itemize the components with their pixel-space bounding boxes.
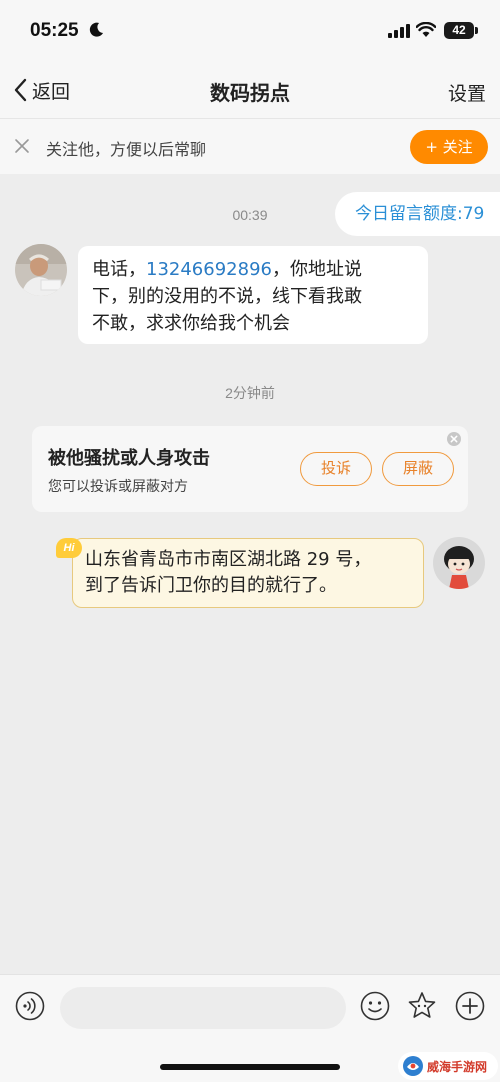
close-icon[interactable] xyxy=(447,432,461,446)
message-timestamp: 00:39 xyxy=(232,207,268,223)
hi-badge: Hi xyxy=(56,538,82,558)
report-card-subtitle: 您可以投诉或屏蔽对方 xyxy=(48,479,188,495)
sticker-icon[interactable] xyxy=(407,991,437,1021)
follow-prompt-text: 关注他，方便以后常聊 xyxy=(46,140,207,159)
close-icon[interactable] xyxy=(14,138,30,154)
battery-icon: 42 xyxy=(444,22,474,39)
site-logo-icon xyxy=(403,1056,423,1076)
settings-button[interactable]: 设置 xyxy=(448,79,486,106)
status-bar: 05:25 42 xyxy=(0,0,500,62)
page-title: 数码拐点 xyxy=(210,81,290,105)
message-line: 下，别的没用的不说，线下看我敢 xyxy=(92,286,362,307)
message-timestamp: 2分钟前 xyxy=(225,385,275,401)
message-line: 到了告诉门卫你的目的就行了。 xyxy=(85,575,337,596)
watermark: 威海手游网 xyxy=(398,1052,498,1080)
report-button[interactable]: 投诉 xyxy=(300,452,372,486)
battery-cap xyxy=(475,27,478,34)
sender-avatar[interactable] xyxy=(15,244,67,296)
my-avatar[interactable] xyxy=(433,537,485,589)
watermark-text: 威海手游网 xyxy=(427,1059,488,1074)
phone-number-link[interactable]: 13246692896 xyxy=(146,259,272,280)
message-line: 电话，13246692896，你地址说 xyxy=(92,256,414,283)
cartoon-girl-icon xyxy=(433,537,485,589)
emoji-icon[interactable] xyxy=(360,991,390,1021)
report-harassment-card: 被他骚扰或人身攻击 您可以投诉或屏蔽对方 投诉 屏蔽 xyxy=(32,426,468,512)
nav-bar: 返回 数码拐点 设置 xyxy=(0,62,500,118)
follow-button[interactable]: + 关注 xyxy=(410,130,488,164)
outgoing-message-bubble: 山东省青岛市市南区湖北路 29 号， 到了告诉门卫你的目的就行了。 xyxy=(72,538,424,608)
report-card-title: 被他骚扰或人身攻击 xyxy=(48,448,210,469)
signal-icon xyxy=(388,24,410,38)
message-text: 电话， xyxy=(92,259,146,280)
voice-icon[interactable] xyxy=(15,991,45,1021)
message-line: 山东省青岛市市南区湖北路 29 号， xyxy=(85,549,372,570)
home-indicator xyxy=(160,1064,340,1070)
person-photo-icon xyxy=(15,244,67,296)
moon-icon xyxy=(89,22,103,37)
block-button[interactable]: 屏蔽 xyxy=(382,452,454,486)
message-line: 不敢，求求你给我个机会 xyxy=(92,313,290,334)
incoming-message-bubble: 电话，13246692896，你地址说 下，别的没用的不说，线下看我敢 不敢，求… xyxy=(78,246,428,344)
follow-banner: 关注他，方便以后常聊 + 关注 xyxy=(0,118,500,174)
message-input[interactable] xyxy=(60,987,346,1029)
status-time: 05:25 xyxy=(30,20,79,41)
wifi-icon xyxy=(416,22,436,37)
add-icon[interactable] xyxy=(455,991,485,1021)
message-text: ，你地址说 xyxy=(271,259,362,280)
